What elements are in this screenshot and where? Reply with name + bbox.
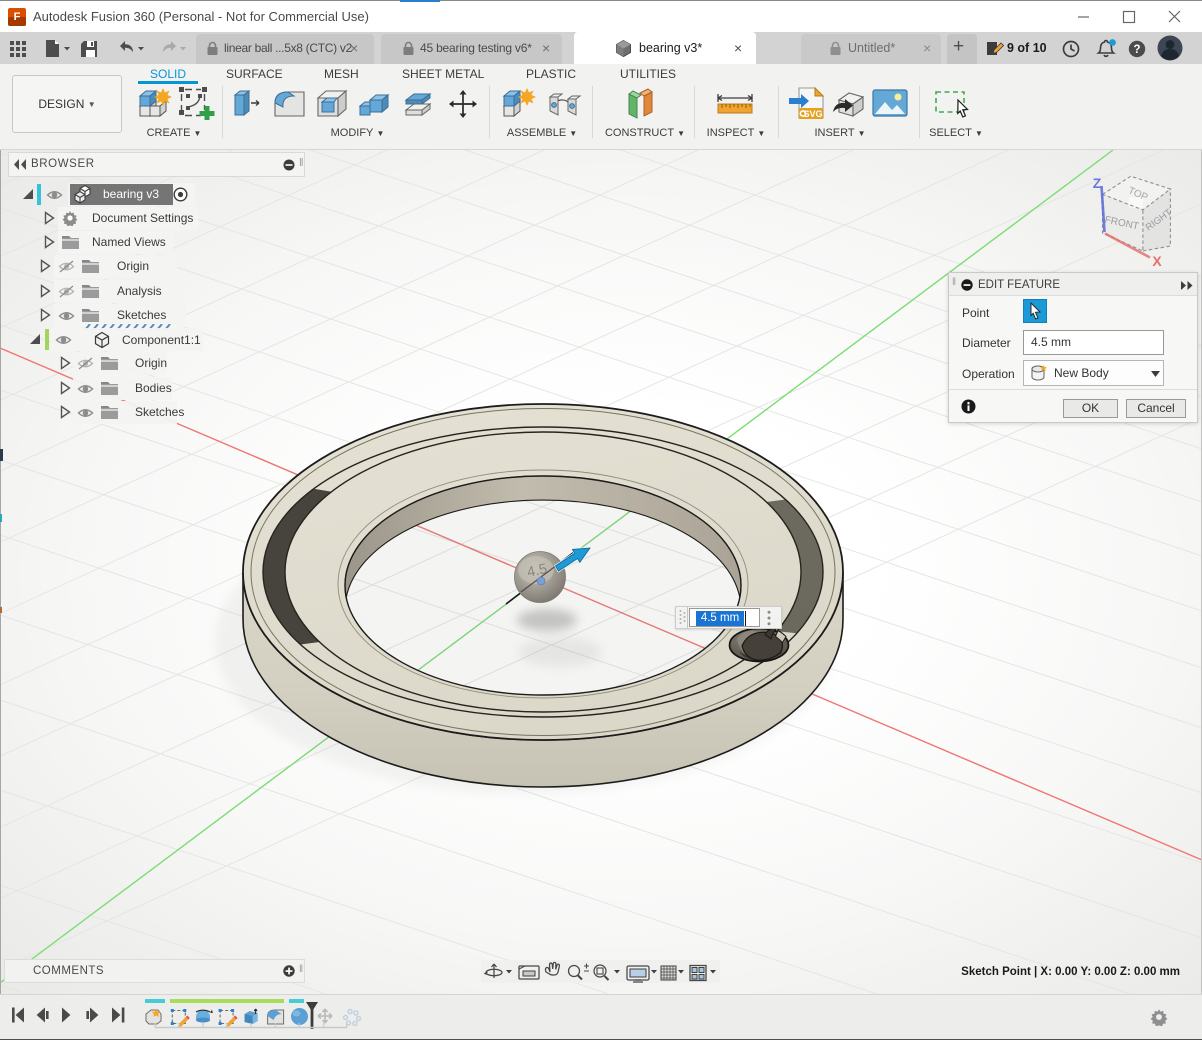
svg-text:?: ? [1133, 44, 1140, 56]
svg-text:X: X [1152, 253, 1162, 269]
svg-text:F: F [14, 11, 21, 23]
svg-text:Z: Z [1093, 175, 1102, 191]
